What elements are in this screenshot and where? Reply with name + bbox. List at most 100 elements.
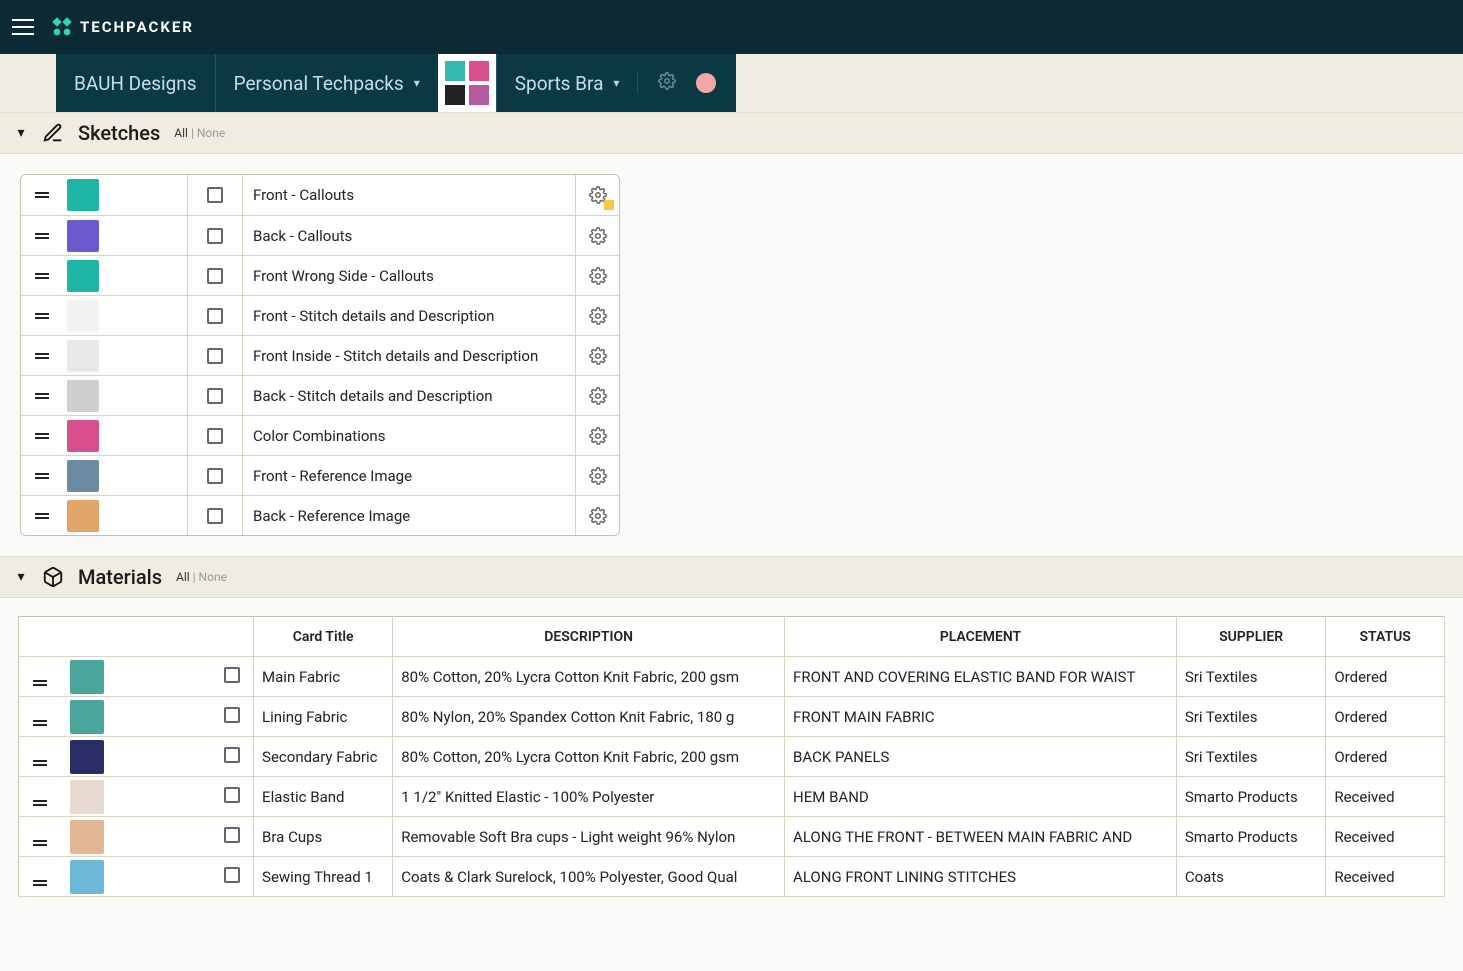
row-settings-icon[interactable] — [575, 336, 619, 375]
col-description[interactable]: DESCRIPTION — [393, 617, 785, 657]
row-settings-icon[interactable] — [575, 456, 619, 495]
sketch-title[interactable]: Back - Reference Image — [243, 496, 575, 535]
filter-all[interactable]: All — [174, 126, 188, 140]
sketch-title[interactable]: Back - Stitch details and Description — [243, 376, 575, 415]
material-row[interactable]: Secondary Fabric80% Cotton, 20% Lycra Co… — [19, 737, 1445, 777]
material-title[interactable]: Elastic Band — [254, 777, 393, 817]
sketch-checkbox[interactable] — [187, 256, 243, 295]
drag-cell[interactable] — [21, 353, 63, 359]
drag-handle-icon[interactable] — [35, 192, 49, 198]
row-settings-icon[interactable] — [575, 296, 619, 335]
drag-cell[interactable] — [21, 393, 63, 399]
sketch-checkbox[interactable] — [187, 456, 243, 495]
sketch-row[interactable]: Front Wrong Side - Callouts — [21, 255, 619, 295]
material-title[interactable]: Lining Fabric — [254, 697, 393, 737]
material-checkbox[interactable] — [210, 657, 253, 697]
drag-handle-icon[interactable] — [35, 313, 49, 319]
sketch-row[interactable]: Front - Stitch details and Description — [21, 295, 619, 335]
sketch-checkbox[interactable] — [187, 416, 243, 455]
material-row[interactable]: Bra CupsRemovable Soft Bra cups - Light … — [19, 817, 1445, 857]
drag-handle-icon[interactable] — [33, 800, 47, 806]
sketch-checkbox[interactable] — [187, 376, 243, 415]
material-checkbox[interactable] — [210, 737, 253, 777]
sketch-checkbox[interactable] — [187, 216, 243, 255]
row-settings-icon[interactable] — [575, 416, 619, 455]
breadcrumb-collection[interactable]: Personal Techpacks ▾ — [215, 54, 438, 112]
sketch-title[interactable]: Front Wrong Side - Callouts — [243, 256, 575, 295]
filter-none[interactable]: None — [197, 126, 225, 140]
drag-handle-icon[interactable] — [33, 760, 47, 766]
drag-handle-icon[interactable] — [33, 880, 47, 886]
sketch-title[interactable]: Front - Stitch details and Description — [243, 296, 575, 335]
row-settings-icon[interactable] — [575, 175, 619, 215]
drag-cell[interactable] — [19, 857, 62, 897]
breadcrumb-org[interactable]: BAUH Designs — [56, 54, 215, 112]
drag-cell[interactable] — [19, 697, 62, 737]
sketch-row[interactable]: Back - Stitch details and Description — [21, 375, 619, 415]
sketch-title[interactable]: Color Combinations — [243, 416, 575, 455]
sketch-row[interactable]: Back - Reference Image — [21, 495, 619, 535]
material-row[interactable]: Sewing Thread 1Coats & Clark Surelock, 1… — [19, 857, 1445, 897]
drag-cell[interactable] — [19, 737, 62, 777]
sketch-row[interactable]: Back - Callouts — [21, 215, 619, 255]
settings-icon[interactable] — [658, 72, 676, 94]
col-placement[interactable]: PLACEMENT — [785, 617, 1177, 657]
drag-handle-icon[interactable] — [35, 273, 49, 279]
row-settings-icon[interactable] — [575, 496, 619, 535]
drag-cell[interactable] — [21, 313, 63, 319]
drag-cell[interactable] — [21, 473, 63, 479]
material-row[interactable]: Lining Fabric80% Nylon, 20% Spandex Cott… — [19, 697, 1445, 737]
filter-none[interactable]: None — [199, 570, 227, 584]
drag-cell[interactable] — [21, 233, 63, 239]
drag-cell[interactable] — [19, 777, 62, 817]
row-settings-icon[interactable] — [575, 256, 619, 295]
sketch-row[interactable]: Front Inside - Stitch details and Descri… — [21, 335, 619, 375]
sketch-checkbox[interactable] — [187, 336, 243, 375]
row-settings-icon[interactable] — [575, 216, 619, 255]
row-settings-icon[interactable] — [575, 376, 619, 415]
material-checkbox[interactable] — [210, 817, 253, 857]
drag-handle-icon[interactable] — [35, 433, 49, 439]
col-card-title[interactable]: Card Title — [254, 617, 393, 657]
drag-cell[interactable] — [19, 817, 62, 857]
drag-handle-icon[interactable] — [35, 393, 49, 399]
sketch-checkbox[interactable] — [187, 496, 243, 535]
sketch-title[interactable]: Front Inside - Stitch details and Descri… — [243, 336, 575, 375]
drag-cell[interactable] — [19, 657, 62, 697]
material-title[interactable]: Secondary Fabric — [254, 737, 393, 777]
drag-cell[interactable] — [21, 192, 63, 198]
material-title[interactable]: Main Fabric — [254, 657, 393, 697]
breadcrumb-item[interactable]: Sports Bra ▾ — [496, 54, 638, 112]
drag-cell[interactable] — [21, 513, 63, 519]
drag-handle-icon[interactable] — [35, 513, 49, 519]
materials-section-header[interactable]: ▾ Materials All | None — [0, 556, 1463, 598]
sketch-checkbox[interactable] — [187, 296, 243, 335]
sketch-row[interactable]: Front - Callouts — [21, 175, 619, 215]
sketch-row[interactable]: Color Combinations — [21, 415, 619, 455]
col-supplier[interactable]: SUPPLIER — [1176, 617, 1326, 657]
drag-handle-icon[interactable] — [35, 473, 49, 479]
drag-handle-icon[interactable] — [33, 680, 47, 686]
brand[interactable]: TECHPACKER — [52, 17, 194, 37]
sketch-title[interactable]: Back - Callouts — [243, 216, 575, 255]
drag-handle-icon[interactable] — [35, 233, 49, 239]
material-title[interactable]: Bra Cups — [254, 817, 393, 857]
drag-cell[interactable] — [21, 433, 63, 439]
drag-cell[interactable] — [21, 273, 63, 279]
material-checkbox[interactable] — [210, 857, 253, 897]
material-checkbox[interactable] — [210, 697, 253, 737]
sketches-section-header[interactable]: ▾ Sketches All | None — [0, 112, 1463, 154]
sketch-row[interactable]: Front - Reference Image — [21, 455, 619, 495]
sketch-title[interactable]: Front - Reference Image — [243, 456, 575, 495]
filter-all[interactable]: All — [176, 570, 190, 584]
sketch-checkbox[interactable] — [187, 175, 243, 215]
material-title[interactable]: Sewing Thread 1 — [254, 857, 393, 897]
material-checkbox[interactable] — [210, 777, 253, 817]
drag-handle-icon[interactable] — [33, 840, 47, 846]
material-row[interactable]: Main Fabric80% Cotton, 20% Lycra Cotton … — [19, 657, 1445, 697]
sketch-title[interactable]: Front - Callouts — [243, 175, 575, 215]
col-status[interactable]: STATUS — [1326, 617, 1445, 657]
drag-handle-icon[interactable] — [33, 720, 47, 726]
material-row[interactable]: Elastic Band1 1/2" Knitted Elastic - 100… — [19, 777, 1445, 817]
menu-icon[interactable] — [12, 19, 34, 35]
